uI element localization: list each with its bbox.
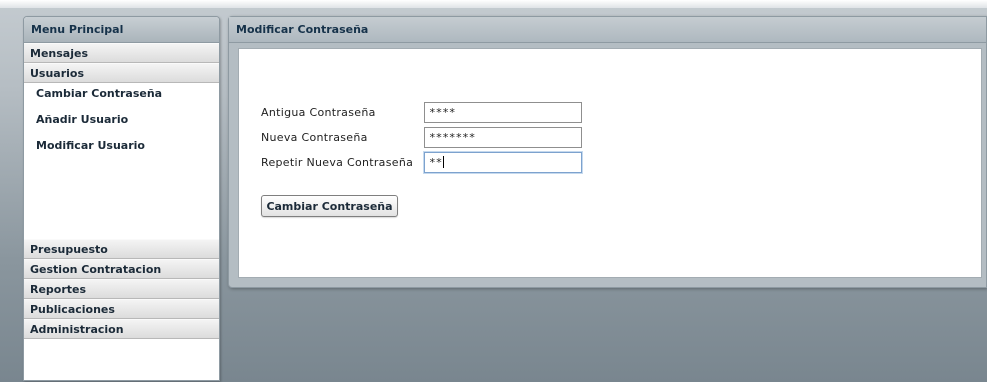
panel-title: Modificar Contraseña [229, 17, 986, 43]
repeat-password-input[interactable]: ** [424, 152, 582, 173]
text-caret [443, 156, 445, 168]
top-strip [0, 0, 987, 8]
sidebar-item-usuarios[interactable]: Usuarios [24, 63, 219, 83]
change-password-button[interactable]: Cambiar Contraseña [261, 195, 398, 217]
sidebar-link-modificar-usuario[interactable]: Modificar Usuario [24, 137, 219, 163]
sidebar-item-presupuesto[interactable]: Presupuesto [24, 239, 219, 259]
sidebar-usuarios-submenu: Cambiar Contraseña Añadir Usuario Modifi… [24, 83, 219, 239]
new-password-input[interactable]: ******* [424, 127, 582, 148]
new-password-label: Nueva Contraseña [261, 131, 368, 144]
old-password-input[interactable]: **** [424, 102, 582, 123]
sidebar-item-gestion-contratacion[interactable]: Gestion Contratacion [24, 259, 219, 279]
old-password-label: Antigua Contraseña [261, 106, 376, 119]
sidebar-link-anadir-usuario[interactable]: Añadir Usuario [24, 111, 219, 137]
sidebar-title: Menu Principal [24, 17, 219, 43]
change-password-form: Antigua Contraseña **** Nueva Contraseña… [238, 48, 982, 278]
repeat-password-value: ** [429, 156, 443, 169]
repeat-password-label: Repetir Nueva Contraseña [261, 156, 414, 169]
sidebar-item-reportes[interactable]: Reportes [24, 279, 219, 299]
sidebar-item-mensajes[interactable]: Mensajes [24, 43, 219, 63]
sidebar-link-cambiar-contrasena[interactable]: Cambiar Contraseña [24, 85, 219, 111]
sidebar-item-publicaciones[interactable]: Publicaciones [24, 299, 219, 319]
sidebar-item-administracion[interactable]: Administracion [24, 319, 219, 339]
change-password-panel: Modificar Contraseña Antigua Contraseña … [228, 16, 987, 288]
sidebar-menu: Menu Principal Mensajes Usuarios Cambiar… [23, 16, 220, 381]
